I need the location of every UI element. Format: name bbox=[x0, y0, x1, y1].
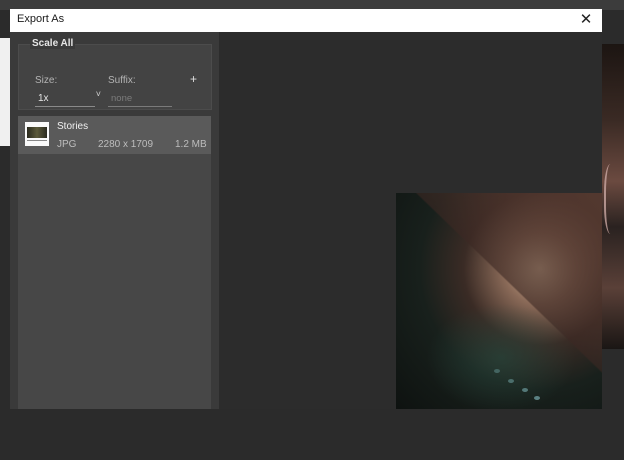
size-dropdown-value: 1x bbox=[38, 93, 49, 104]
size-dropdown[interactable]: 1x ˅ bbox=[35, 89, 101, 107]
dialog-titlebar: Export As ✕ bbox=[10, 9, 602, 32]
scale-all-group: Size: Suffix: + 1x ˅ none bbox=[18, 44, 212, 110]
chevron-down-icon: ˅ bbox=[95, 89, 101, 99]
file-thumbnail bbox=[25, 122, 49, 146]
file-dimensions: 2280 x 1709 bbox=[98, 139, 154, 150]
file-name: Stories bbox=[57, 121, 89, 132]
list-item[interactable]: Stories JPG 2280 x 1709 1.2 MB bbox=[18, 116, 211, 154]
thumbnail-image bbox=[27, 127, 47, 138]
dialog-title: Export As bbox=[17, 13, 65, 25]
close-icon[interactable]: ✕ bbox=[576, 10, 596, 30]
size-label: Size: bbox=[35, 75, 58, 86]
background-photo-edge bbox=[600, 44, 624, 349]
thumbnail-caption bbox=[27, 140, 47, 141]
settings-panel: Size: Suffix: + 1x ˅ none Scale All Stor… bbox=[10, 32, 219, 409]
bokeh-light bbox=[522, 388, 528, 392]
bokeh-light bbox=[508, 379, 514, 383]
file-format: JPG bbox=[57, 139, 77, 150]
preview-image bbox=[396, 193, 602, 409]
export-as-dialog: Export As ✕ Size: Suffix: + 1x ˅ none Sc… bbox=[10, 9, 602, 409]
background-panel-edge bbox=[0, 38, 10, 146]
scale-all-heading: Scale All bbox=[30, 38, 76, 49]
bokeh-light bbox=[534, 396, 540, 400]
suffix-label: Suffix: bbox=[108, 75, 136, 86]
file-list: Stories JPG 2280 x 1709 1.2 MB bbox=[18, 116, 211, 409]
suffix-placeholder: none bbox=[111, 93, 133, 104]
suffix-input[interactable]: none bbox=[108, 92, 172, 107]
bokeh-light bbox=[494, 369, 500, 373]
background-workspace bbox=[0, 409, 624, 460]
preview-area[interactable] bbox=[219, 32, 602, 409]
add-scale-icon[interactable]: + bbox=[190, 72, 197, 86]
file-size: 1.2 MB bbox=[175, 139, 207, 150]
